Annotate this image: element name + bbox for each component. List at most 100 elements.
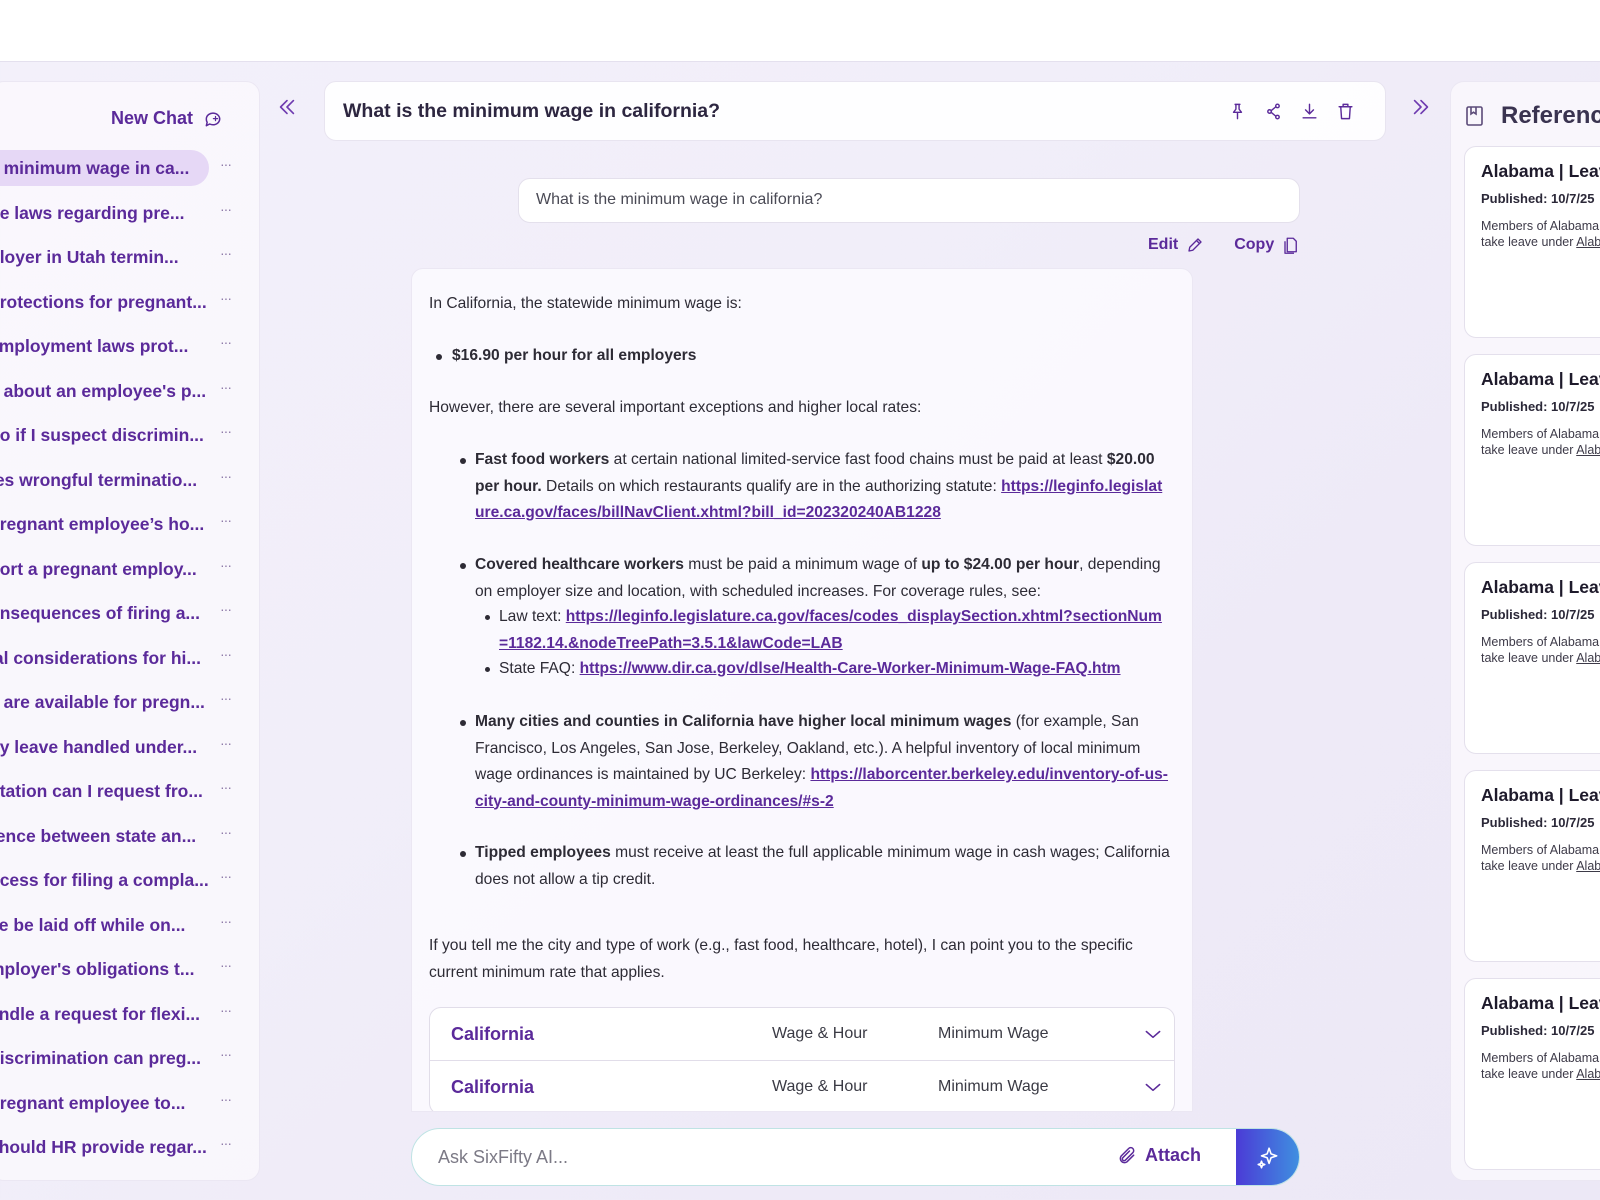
more-options-icon[interactable]: ···: [220, 1135, 232, 1151]
faq-subbullet: State FAQ: https://www.dir.ca.gov/dlse/H…: [485, 656, 1171, 683]
new-chat-button[interactable]: New Chat: [111, 108, 223, 129]
reference-desc-link[interactable]: Alab: [1576, 443, 1600, 457]
chat-history-label: ocess for filing a compla...: [0, 870, 209, 891]
reference-desc-link[interactable]: Alab: [1576, 859, 1600, 873]
trash-icon[interactable]: [1336, 102, 1355, 121]
chat-history-item[interactable]: ee be laid off while on... ···: [0, 903, 259, 948]
reference-card[interactable]: Alabama | Leave Published: 10/7/25 Members…: [1464, 770, 1600, 962]
chevron-down-icon[interactable]: [1143, 1077, 1163, 1097]
pin-icon[interactable]: [1228, 102, 1247, 121]
more-options-icon[interactable]: ···: [220, 690, 232, 706]
chat-history-item[interactable]: pregnant employee’s ho... ···: [0, 502, 259, 547]
more-options-icon[interactable]: ···: [220, 334, 232, 350]
more-options-icon[interactable]: ···: [220, 290, 232, 306]
fastfood-bullet: Fast food workers at certain national li…: [460, 447, 1170, 527]
attach-button[interactable]: Attach: [1117, 1145, 1201, 1166]
jurisdiction-row[interactable]: California Wage & Hour Minimum Wage: [430, 1061, 1174, 1111]
reference-card[interactable]: Alabama | Leave Published: 10/7/25 Members…: [1464, 978, 1600, 1170]
collapse-sidebar-icon[interactable]: [276, 96, 298, 124]
reference-desc-link[interactable]: Alab: [1576, 651, 1600, 665]
more-options-icon[interactable]: ···: [220, 601, 232, 617]
copy-button[interactable]: Copy: [1234, 236, 1300, 254]
chat-history-label: k about an employee's p...: [0, 380, 207, 401]
more-options-icon[interactable]: ···: [220, 201, 232, 217]
law-text-subbullet: Law text: https://leginfo.legislature.ca…: [485, 604, 1171, 657]
reference-desc-line2: take leave under: [1481, 442, 1577, 457]
answer-intro: In California, the statewide minimum wag…: [429, 295, 742, 312]
more-options-icon[interactable]: ···: [220, 468, 232, 484]
more-options-icon[interactable]: ···: [220, 1046, 232, 1062]
chat-history-item[interactable]: do if I suspect discrimin... ···: [0, 413, 259, 458]
chat-history-item[interactable]: ial considerations for hi... ···: [0, 636, 259, 681]
more-options-icon[interactable]: ···: [220, 824, 232, 840]
more-options-icon[interactable]: ···: [220, 957, 232, 973]
reference-desc-link[interactable]: Alab: [1576, 235, 1600, 249]
tipped-bullet: Tipped employees must receive at least t…: [460, 840, 1170, 893]
chat-history-item[interactable]: ntation can I request fro... ···: [0, 769, 259, 814]
chat-history-item[interactable]: rence between state an... ···: [0, 814, 259, 859]
reference-card[interactable]: Alabama | Leave Published: 10/7/25 Members…: [1464, 146, 1600, 338]
more-options-icon[interactable]: ···: [220, 779, 232, 795]
chat-history-item[interactable]: ocess for filing a compla... ···: [0, 858, 259, 903]
chat-header: What is the minimum wage in california?: [324, 81, 1386, 141]
chat-history-item[interactable]: ployer in Utah termin... ···: [0, 235, 259, 280]
reference-card-description: Members of Alabama take leave under Alab: [1481, 1051, 1600, 1082]
top-bar: [0, 0, 1600, 62]
more-options-icon[interactable]: ···: [220, 1091, 232, 1107]
health-bold: Covered healthcare workers: [475, 556, 684, 573]
reference-desc-line1: Members of Alabama: [1481, 427, 1600, 441]
chat-history-item[interactable]: andle a request for flexi... ···: [0, 992, 259, 1037]
row-state: California: [451, 1076, 535, 1097]
faq-link[interactable]: https://www.dir.ca.gov/dlse/Health-Care-…: [580, 660, 1121, 677]
chat-history-item[interactable]: port a pregnant employ... ···: [0, 547, 259, 592]
send-button[interactable]: [1236, 1129, 1299, 1185]
row-category: Wage & Hour: [772, 1024, 868, 1042]
chat-history-item[interactable]: k about an employee's p... ···: [0, 369, 259, 414]
answer-summary-bullet: $16.90 per hour for all employers: [435, 343, 696, 370]
jurisdiction-row[interactable]: California Wage & Hour Minimum Wage: [430, 1008, 1174, 1061]
expand-references-icon[interactable]: [1410, 96, 1432, 124]
chat-history-item[interactable]: s are available for pregn... ···: [0, 680, 259, 725]
more-options-icon[interactable]: ···: [220, 156, 232, 172]
row-category: Wage & Hour: [772, 1077, 868, 1095]
chat-history-item[interactable]: he laws regarding pre... ···: [0, 191, 259, 236]
chat-history-item[interactable]: discrimination can preg... ···: [0, 1036, 259, 1081]
chat-history-item[interactable]: e minimum wage in ca... ···: [0, 146, 259, 191]
chat-history-item[interactable]: employment laws prot... ···: [0, 324, 259, 369]
reference-card-description: Members of Alabama take leave under Alab: [1481, 219, 1600, 250]
more-options-icon[interactable]: ···: [220, 1002, 232, 1018]
row-topic: Minimum Wage: [938, 1077, 1049, 1095]
more-options-icon[interactable]: ···: [220, 512, 232, 528]
chevron-down-icon[interactable]: [1143, 1024, 1163, 1044]
chat-history-item[interactable]: mployer's obligations t... ···: [0, 947, 259, 992]
law-text-link[interactable]: https://leginfo.legislature.ca.gov/faces…: [499, 608, 1162, 652]
chat-history-item[interactable]: should HR provide regar... ···: [0, 1125, 259, 1170]
more-options-icon[interactable]: ···: [220, 379, 232, 395]
reference-card[interactable]: Alabama | Leave Published: 10/7/25 Members…: [1464, 562, 1600, 754]
more-options-icon[interactable]: ···: [220, 913, 232, 929]
reference-card-published: Published: 10/7/25: [1481, 815, 1595, 830]
more-options-icon[interactable]: ···: [220, 423, 232, 439]
more-options-icon[interactable]: ···: [220, 646, 232, 662]
chat-history-label: protections for pregnant...: [0, 291, 207, 312]
reference-card[interactable]: Alabama | Leave Published: 10/7/25 Members…: [1464, 354, 1600, 546]
attach-label: Attach: [1145, 1145, 1202, 1165]
chat-history-list: e minimum wage in ca... ··· he laws regard…: [0, 146, 259, 1170]
chat-history-item[interactable]: pregnant employee to... ···: [0, 1081, 259, 1126]
more-options-icon[interactable]: ···: [220, 245, 232, 261]
references-panel: References Alabama | Leave Published: 10/…: [1450, 81, 1600, 1181]
more-options-icon[interactable]: ···: [220, 735, 232, 751]
reference-card-published: Published: 10/7/25: [1481, 607, 1595, 622]
chat-history-item[interactable]: protections for pregnant... ···: [0, 280, 259, 325]
chat-history-item[interactable]: tes wrongful terminatio... ···: [0, 458, 259, 503]
more-options-icon[interactable]: ···: [220, 868, 232, 884]
more-options-icon[interactable]: ···: [220, 557, 232, 573]
chat-history-item[interactable]: onsequences of firing a... ···: [0, 591, 259, 636]
new-chat-label: New Chat: [111, 108, 194, 128]
download-icon[interactable]: [1300, 102, 1319, 121]
chat-input[interactable]: Ask SixFifty AI...: [438, 1147, 568, 1168]
edit-button[interactable]: Edit: [1148, 236, 1204, 254]
share-icon[interactable]: [1264, 102, 1283, 121]
chat-history-item[interactable]: ity leave handled under... ···: [0, 725, 259, 770]
reference-desc-link[interactable]: Alab: [1576, 1067, 1600, 1081]
